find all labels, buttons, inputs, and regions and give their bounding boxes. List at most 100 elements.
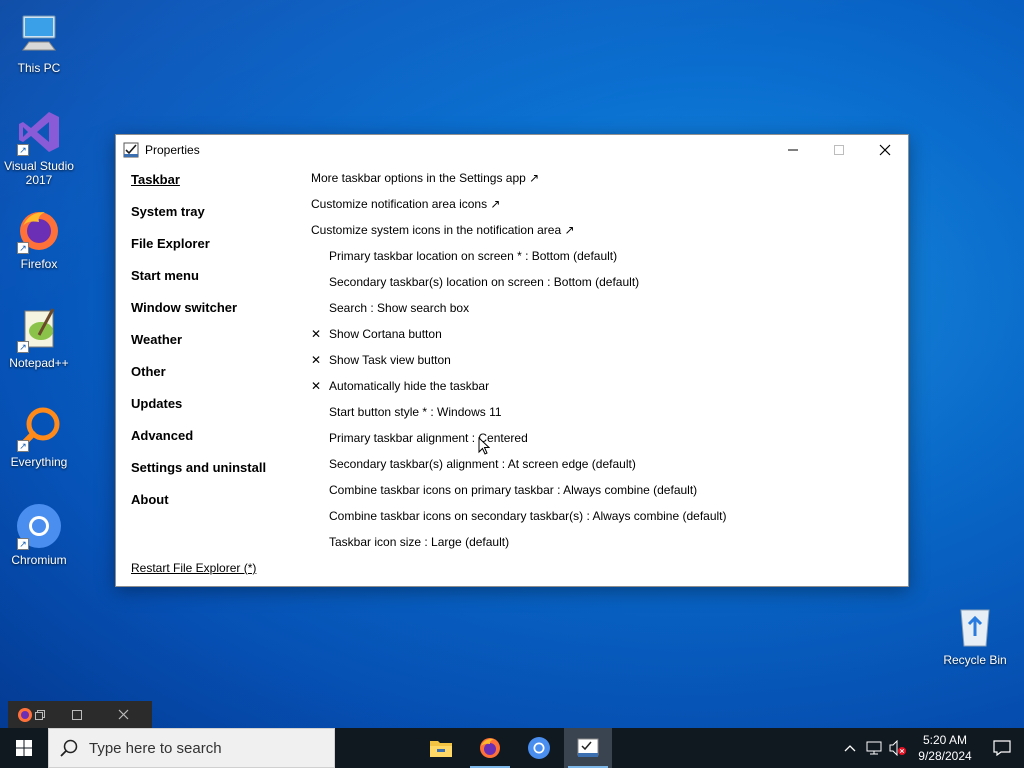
settings-app-link[interactable]: More taskbar options in the Settings app… [311, 171, 891, 197]
toggle-off-x-icon: ✕ [311, 353, 322, 367]
settings-nav: Taskbar System tray File Explorer Start … [131, 173, 301, 525]
option-text: Show Cortana button [329, 327, 442, 341]
volume-button[interactable] [886, 728, 910, 768]
chromium-icon [528, 737, 550, 759]
close-icon [118, 709, 128, 720]
nav-item-weather[interactable]: Weather [131, 333, 301, 365]
option-secondary-taskbar-location[interactable]: Secondary taskbar(s) location on screen … [311, 275, 891, 301]
nav-item-advanced[interactable]: Advanced [131, 429, 301, 461]
notepadpp-icon: ↗ [15, 305, 63, 353]
option-combine-primary[interactable]: Combine taskbar icons on primary taskbar… [311, 483, 891, 509]
system-icons-link[interactable]: Customize system icons in the notificati… [311, 223, 891, 249]
option-show-task-view-button[interactable]: ✕ Show Task view button [311, 353, 891, 379]
network-button[interactable] [862, 728, 886, 768]
nav-item-about[interactable]: About [131, 493, 301, 525]
desktop-icon-visual-studio[interactable]: ↗ Visual Studio 2017 [1, 108, 77, 187]
option-taskbar-icon-size[interactable]: Taskbar icon size : Large (default) [311, 535, 891, 561]
desktop-icon-recycle-bin[interactable]: Recycle Bin [937, 602, 1013, 667]
chromium-icon: ↗ [15, 502, 63, 550]
mouse-cursor-icon [478, 437, 490, 455]
action-center-button[interactable] [980, 728, 1024, 768]
firefox-icon [8, 701, 54, 728]
minimized-firefox-window[interactable] [8, 701, 152, 728]
taskbar-clock[interactable]: 5:20 AM 9/28/2024 [910, 732, 980, 764]
maximize-button[interactable] [816, 135, 862, 165]
option-text: Customize system icons in the notificati… [311, 223, 575, 237]
firefox-icon: ↗ [15, 206, 63, 254]
properties-app-icon [577, 738, 599, 757]
network-icon [866, 741, 882, 755]
restart-file-explorer-link[interactable]: Restart File Explorer (*) [131, 561, 256, 575]
desktop-icon-firefox[interactable]: ↗ Firefox [1, 206, 77, 271]
nav-item-taskbar[interactable]: Taskbar [131, 173, 301, 205]
restore-icon [35, 709, 45, 720]
title-bar[interactable]: Properties [116, 135, 908, 165]
search-placeholder: Type here to search [89, 739, 222, 757]
close-button[interactable] [862, 135, 908, 165]
show-hidden-icons-button[interactable] [838, 728, 862, 768]
toggle-off-x-icon: ✕ [311, 327, 322, 341]
desktop-icon-label: Everything [10, 455, 68, 469]
option-combine-secondary[interactable]: Combine taskbar icons on secondary taskb… [311, 509, 891, 535]
toggle-off-x-icon: ✕ [311, 379, 322, 393]
nav-item-settings-and-uninstall[interactable]: Settings and uninstall [131, 461, 301, 493]
desktop-icon-chromium[interactable]: ↗ Chromium [1, 502, 77, 567]
nav-item-window-switcher[interactable]: Window switcher [131, 301, 301, 333]
option-text: Search : Show search box [329, 301, 470, 315]
maximize-icon [834, 145, 844, 155]
shortcut-arrow-icon: ↗ [17, 440, 29, 452]
start-button[interactable] [0, 728, 48, 768]
chevron-up-icon [844, 745, 856, 752]
desktop-icon-notepadpp[interactable]: ↗ Notepad++ [1, 305, 77, 370]
option-auto-hide-taskbar[interactable]: ✕ Automatically hide the taskbar [311, 379, 891, 405]
option-show-cortana-button[interactable]: ✕ Show Cortana button [311, 327, 891, 353]
taskbar-app-firefox[interactable] [466, 728, 514, 768]
close-icon [879, 144, 891, 156]
option-search[interactable]: Search : Show search box [311, 301, 891, 327]
desktop-icon-label: Visual Studio 2017 [4, 159, 74, 187]
option-secondary-taskbar-alignment[interactable]: Secondary taskbar(s) alignment : At scre… [311, 457, 891, 483]
shortcut-arrow-icon: ↗ [17, 538, 29, 550]
desktop-icon-label: Notepad++ [9, 356, 69, 370]
computer-icon [15, 10, 63, 58]
firefox-icon [480, 738, 500, 758]
option-text: Secondary taskbar(s) location on screen … [329, 275, 640, 289]
clock-date: 9/28/2024 [918, 749, 972, 763]
desktop-icon-this-pc[interactable]: This PC [1, 10, 77, 75]
mini-maximize-button[interactable] [54, 701, 100, 728]
nav-item-system-tray[interactable]: System tray [131, 205, 301, 237]
visual-studio-icon: ↗ [15, 108, 63, 156]
option-text: Automatically hide the taskbar [329, 379, 490, 393]
taskbar-options-list: More taskbar options in the Settings app… [311, 171, 891, 561]
taskbar-app-chromium[interactable] [515, 728, 563, 768]
option-text: Secondary taskbar(s) alignment : At scre… [329, 457, 636, 471]
file-explorer-icon [430, 741, 452, 757]
desktop-icon-label: Chromium [11, 553, 67, 567]
option-text: Primary taskbar location on screen * : B… [329, 249, 618, 263]
taskbar-search-box[interactable]: Type here to search [48, 728, 335, 768]
minimize-button[interactable] [770, 135, 816, 165]
nav-item-other[interactable]: Other [131, 365, 301, 397]
notification-icons-link[interactable]: Customize notification area icons ↗ [311, 197, 891, 223]
nav-item-file-explorer[interactable]: File Explorer [131, 237, 301, 269]
maximize-icon [72, 709, 82, 720]
desktop-icon-label: This PC [17, 61, 61, 75]
taskbar-app-file-explorer[interactable] [417, 728, 465, 768]
mini-close-button[interactable] [100, 701, 146, 728]
recycle-bin-icon [951, 602, 999, 650]
option-text: Taskbar icon size : Large (default) [329, 535, 510, 549]
everything-search-icon: ↗ [15, 404, 63, 452]
option-text: Start button style * : Windows 11 [329, 405, 502, 419]
taskbar-app-properties[interactable] [564, 728, 612, 768]
nav-item-start-menu[interactable]: Start menu [131, 269, 301, 301]
nav-item-updates[interactable]: Updates [131, 397, 301, 429]
system-tray: 5:20 AM 9/28/2024 [838, 728, 1024, 768]
option-text: More taskbar options in the Settings app… [311, 171, 540, 185]
window-title: Properties [145, 143, 200, 157]
windows-logo-icon [16, 740, 32, 756]
option-primary-taskbar-alignment[interactable]: Primary taskbar alignment : Centered [311, 431, 891, 457]
shortcut-arrow-icon: ↗ [17, 341, 29, 353]
desktop-icon-everything[interactable]: ↗ Everything [1, 404, 77, 469]
option-start-button-style[interactable]: Start button style * : Windows 11 [311, 405, 891, 431]
option-primary-taskbar-location[interactable]: Primary taskbar location on screen * : B… [311, 249, 891, 275]
